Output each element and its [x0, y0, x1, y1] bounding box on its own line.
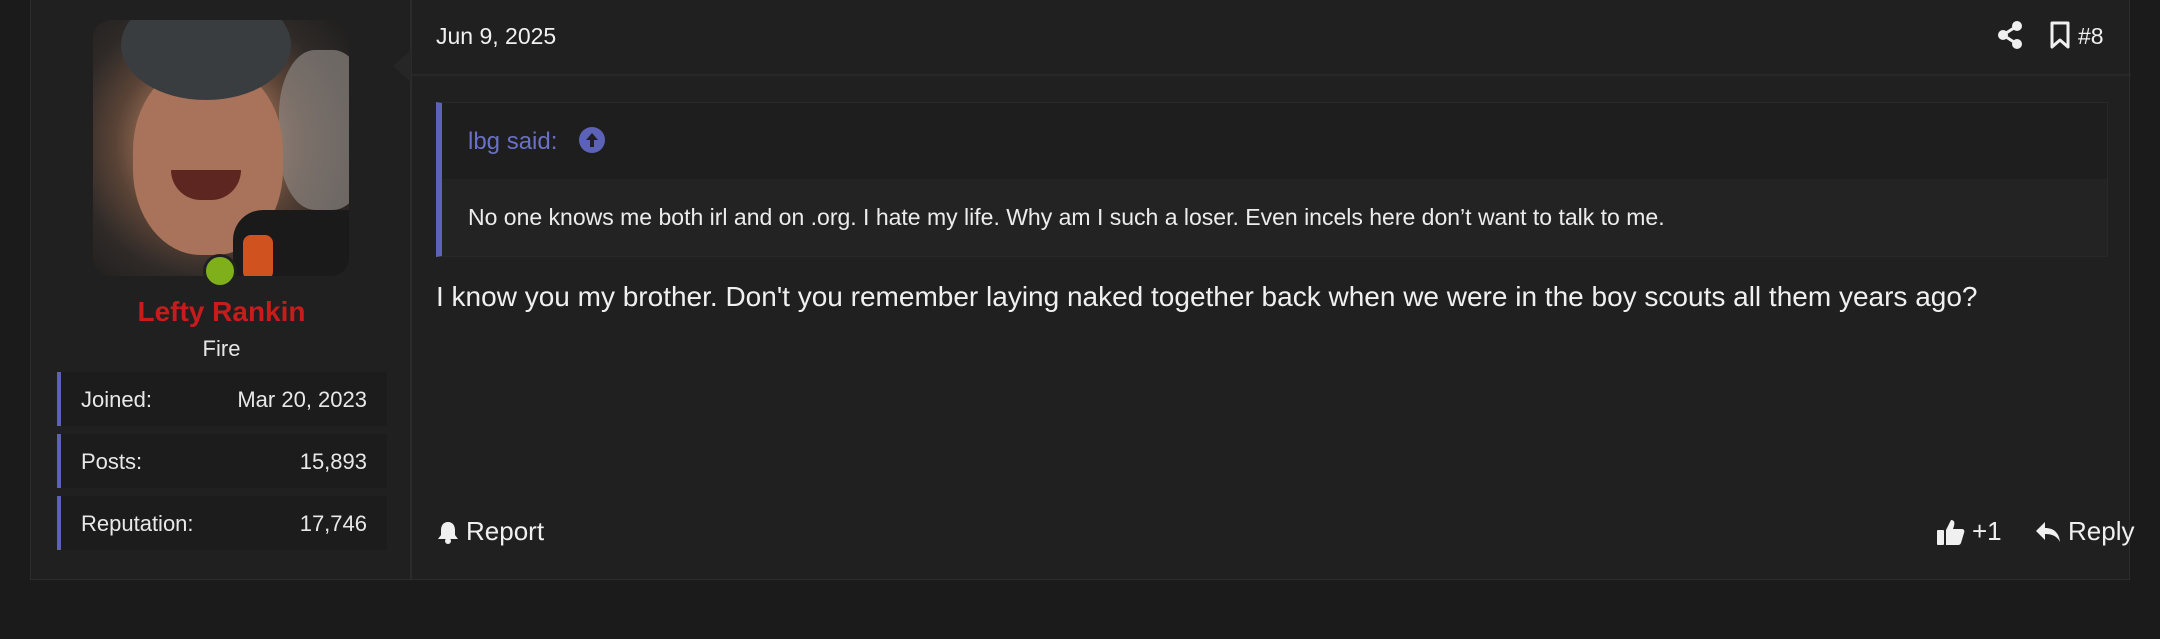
user-info-panel: Lefty Rankin Fire Joined: Mar 20, 2023 P… — [31, 0, 412, 579]
stat-label: Posts: — [81, 449, 143, 474]
post-message: I know you my brother. Don't you remembe… — [436, 281, 1978, 312]
stat-label: Joined: — [81, 387, 152, 412]
bookmark-icon[interactable] — [2048, 20, 2076, 50]
quote-body: No one knows me both irl and on .org. I … — [442, 179, 2107, 256]
bell-icon — [438, 521, 458, 544]
reaction-button[interactable]: +1 — [1936, 516, 2002, 547]
reply-label: Reply — [2068, 516, 2135, 546]
share-icon[interactable] — [1996, 20, 2024, 50]
quote-text: No one knows me both irl and on .org. I … — [468, 204, 1665, 230]
stat-label: Reputation: — [81, 511, 194, 536]
thumbs-up-icon — [1937, 519, 1965, 545]
stat-posts: Posts: 15,893 — [57, 434, 387, 488]
stat-reputation: Reputation: 17,746 — [57, 496, 387, 550]
username-link[interactable]: Lefty Rankin — [31, 296, 412, 328]
reaction-count: +1 — [1972, 516, 2002, 546]
post-arrow — [393, 50, 411, 82]
reply-button[interactable]: Reply — [2034, 516, 2134, 547]
stat-joined: Joined: Mar 20, 2023 — [57, 372, 387, 426]
quote-author-link[interactable]: lbg said: — [468, 128, 557, 156]
report-button[interactable]: Report — [436, 516, 544, 547]
avatar[interactable] — [93, 20, 349, 276]
post-date-link[interactable]: Jun 9, 2025 — [436, 23, 556, 50]
reply-icon — [2036, 521, 2060, 542]
stat-value: 15,893 — [299, 449, 367, 474]
report-label: Report — [466, 516, 545, 546]
stat-value: Mar 20, 2023 — [237, 387, 367, 412]
arrow-up-circle-icon[interactable] — [577, 125, 607, 155]
post-main: Jun 9, 2025 #8 lbg said: No one knows me… — [412, 0, 2134, 579]
post-header: Jun 9, 2025 #8 — [412, 0, 2131, 76]
user-title: Fire — [202, 336, 241, 361]
stat-value: 17,746 — [299, 511, 367, 536]
post-number-link[interactable]: #8 — [2078, 23, 2104, 50]
quote-header: lbg said: — [442, 103, 2107, 179]
online-status-indicator — [203, 254, 237, 288]
forum-post: Lefty Rankin Fire Joined: Mar 20, 2023 P… — [30, 0, 2134, 580]
quote-block: lbg said: No one knows me both irl and o… — [436, 102, 2108, 257]
